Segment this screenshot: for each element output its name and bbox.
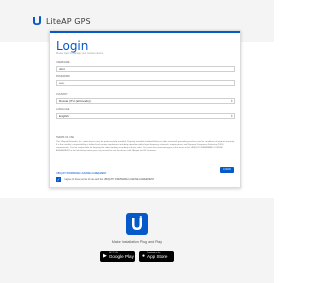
google-play-button[interactable]: ▶ GET IT ON Google Play <box>100 251 135 262</box>
country-select[interactable]: Russia (ITU (all bands)) ⇕ <box>56 98 235 104</box>
card-accent-bar <box>50 31 240 33</box>
app-title: LiteAP GPS <box>46 16 91 26</box>
google-play-icon: ▶ <box>103 253 107 259</box>
password-input[interactable]: ••••• <box>56 80 235 86</box>
license-agreement-link[interactable]: UBIQUITI FIRMWARE LICENSE AGREEMENT <box>56 172 107 175</box>
username-label: Username <box>56 61 70 64</box>
terms-heading: Terms of Use <box>56 136 74 139</box>
password-label: Password <box>56 75 70 78</box>
updown-chevron-icon: ⇕ <box>230 99 233 103</box>
agree-checkbox[interactable]: ✓ <box>56 177 61 182</box>
app-store-label: App Store <box>147 254 168 260</box>
footer-caption: Make Installation Plug and Play <box>111 240 163 244</box>
agree-row: ✓ I agree to these terms of use and the … <box>56 177 154 182</box>
username-value: ubnt <box>59 67 65 71</box>
language-value: English <box>59 114 69 118</box>
country-value: Russia (ITU (all bands)) <box>59 99 91 103</box>
country-label: Country <box>56 93 68 96</box>
login-card: Login Please login to manage your wirele… <box>49 30 241 188</box>
ubiquiti-u-logo-icon <box>33 16 41 25</box>
agree-label: I agree to these terms of use and the UB… <box>64 178 155 181</box>
language-select[interactable]: English ⇕ <box>56 113 235 119</box>
login-subtitle: Please login to manage your wireless dev… <box>56 52 104 55</box>
login-title: Login <box>56 39 89 53</box>
app-store-button[interactable]: ● Download on the App Store <box>139 251 174 262</box>
google-play-label: Google Play <box>108 254 134 260</box>
ubiquiti-u-logo-icon <box>126 213 148 235</box>
updown-chevron-icon: ⇕ <box>230 114 233 118</box>
language-label: Language <box>56 108 70 111</box>
terms-text: This Ubiquiti Networks, Inc. radio devic… <box>56 141 235 153</box>
apple-icon: ● <box>142 253 146 259</box>
header-logo: LiteAP GPS <box>32 16 91 26</box>
login-button[interactable]: Login <box>220 167 234 173</box>
password-value: ••••• <box>59 81 65 85</box>
username-input[interactable]: ubnt <box>56 66 235 72</box>
